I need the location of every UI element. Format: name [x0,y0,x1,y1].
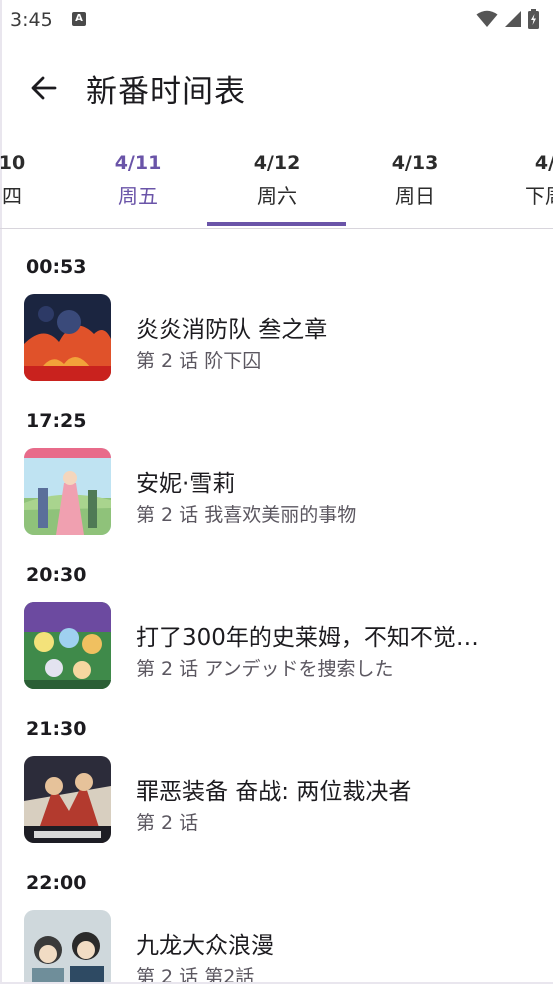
anime-title[interactable]: 安妮·雪莉 [136,464,536,498]
episode-info: 第 2 话 [136,812,199,834]
episode-info: 第 2 话 阶下囚 [136,350,262,372]
episode-info: 第 2 话 我喜欢美丽的事物 [136,504,357,526]
tab-next-mon[interactable]: 4/ 下周 [475,152,553,209]
air-time: 17:25 [26,410,87,432]
tab-weekday: 下周 [525,184,553,208]
episode-info: 第 2 话 アンデッドを捜索した [136,658,394,680]
schedule-slot: 21:30 罪恶装备 奋战: 两位裁决者 第 2 话 [0,690,553,844]
air-time: 20:30 [26,564,87,586]
schedule-slot: 17:25 安妮·雪莉 第 2 话 我喜欢美丽的事物 [0,382,553,536]
air-time: 00:53 [26,256,87,278]
date-tab-bar: 10 四 4/11 周五 4/12 周六 4/13 周日 4/ 下周 [0,138,553,229]
top-app-bar: 新番时间表 [0,38,553,138]
battery-icon [528,9,539,29]
schedule-slot: 22:00 九龙大众浪漫 第 2 话 第2話 [0,844,553,982]
tab-weekday: 周六 [257,184,297,208]
status-icons [476,8,539,30]
anime-cover[interactable] [24,602,111,689]
tab-sun[interactable]: 4/13 周日 [345,152,485,209]
tab-date: 4/13 [391,152,439,174]
schedule-list: 00:53 炎炎消防队 叁之章 第 2 话 阶下囚 17:25 安妮·雪莉 第 … [0,228,553,982]
anime-title[interactable]: 罪恶装备 奋战: 两位裁决者 [136,772,536,806]
status-time: 3:45 [10,9,53,31]
tab-date: 4/11 [114,152,162,174]
tab-date: 4/ [534,152,553,174]
arrow-left-icon [31,76,57,100]
anime-cover[interactable] [24,910,111,982]
anime-cover[interactable] [24,294,111,381]
tab-weekday: 周日 [395,184,435,208]
notification-icon: A [72,12,86,26]
tab-sat[interactable]: 4/12 周六 [207,152,347,209]
tab-weekday: 周五 [118,184,158,208]
schedule-slot: 00:53 炎炎消防队 叁之章 第 2 话 阶下囚 [0,228,553,382]
anime-cover[interactable] [24,448,111,535]
air-time: 22:00 [26,872,87,894]
cell-signal-icon [505,11,521,27]
anime-cover[interactable] [24,756,111,843]
schedule-slot: 20:30 打了300年的史莱姆，不知不觉… 第 2 话 アンデッドを捜索した [0,536,553,690]
anime-title[interactable]: 九龙大众浪漫 [136,926,536,960]
tab-indicator [207,222,346,226]
wifi-icon [476,10,498,27]
status-bar: 3:45 A [0,0,553,38]
air-time: 21:30 [26,718,87,740]
episode-info: 第 2 话 第2話 [136,966,255,982]
tab-date: 4/12 [253,152,301,174]
back-button[interactable] [24,68,64,108]
tab-fri[interactable]: 4/11 周五 [68,152,208,209]
page-title: 新番时间表 [86,74,246,110]
anime-title[interactable]: 炎炎消防队 叁之章 [136,310,536,344]
anime-title[interactable]: 打了300年的史莱姆，不知不觉… [136,618,536,652]
